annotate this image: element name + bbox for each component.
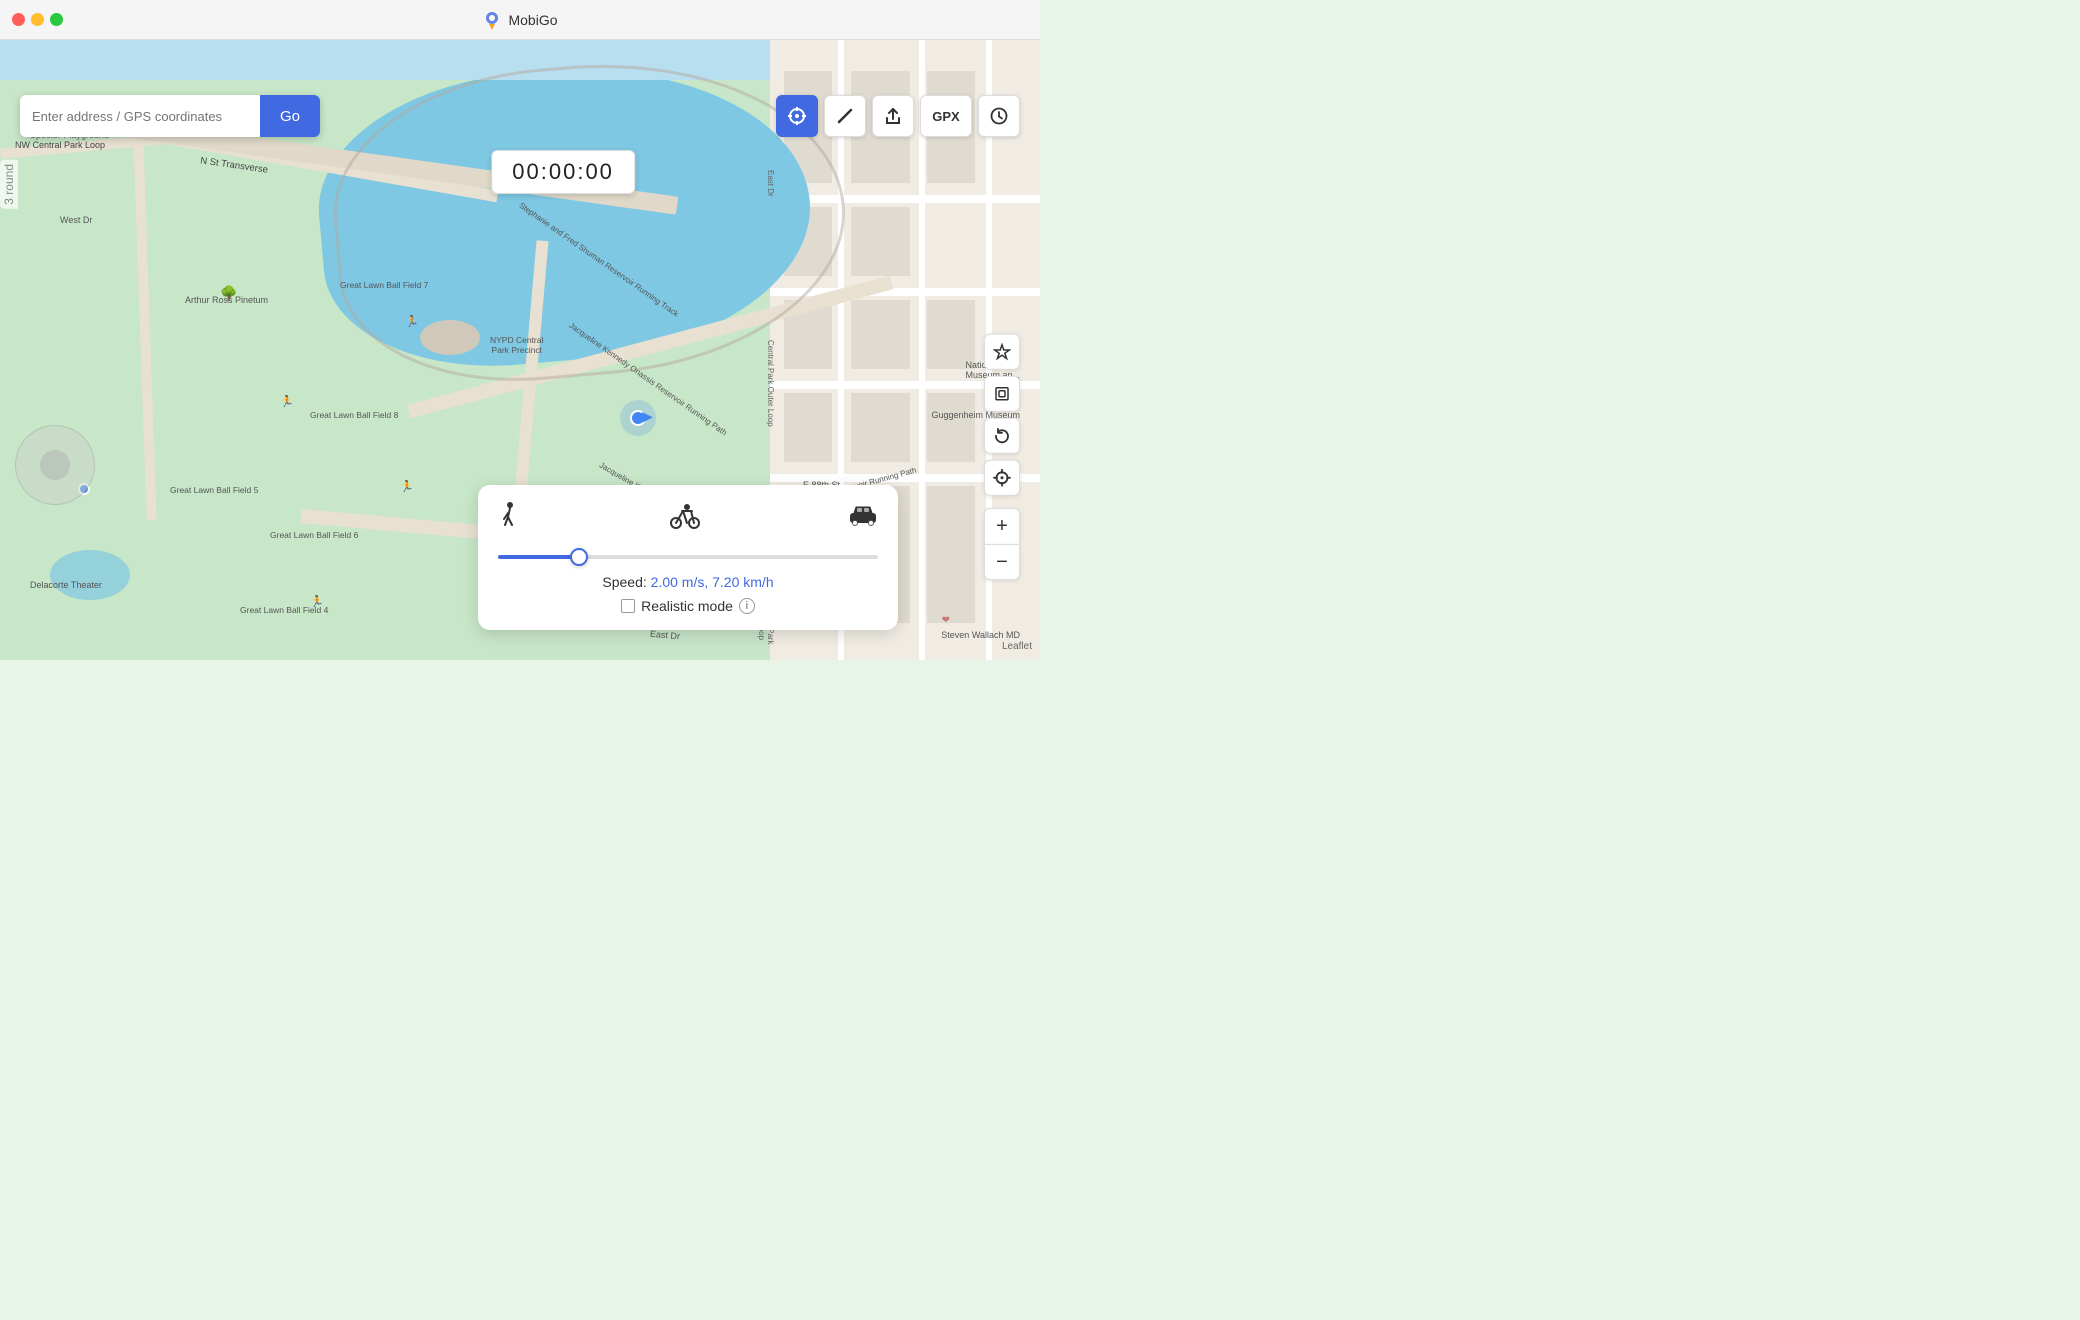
tree-icon: 🌳 (220, 285, 237, 302)
bike-svg (669, 501, 701, 529)
car-svg (848, 503, 878, 527)
close-button[interactable] (12, 13, 25, 26)
gpx-button[interactable]: GPX (920, 95, 972, 137)
label-nypd: NYPD CentralPark Precinct (490, 335, 543, 355)
runner-2: 🏃 (280, 395, 294, 408)
info-icon[interactable]: i (739, 598, 755, 614)
speed-panel: Speed: 2.00 m/s, 7.20 km/h Realistic mod… (478, 485, 898, 630)
titlebar: MobiGo (0, 0, 1040, 40)
small-path (420, 320, 480, 355)
crosshair-icon (787, 106, 807, 126)
realistic-mode-container: Realistic mode i (498, 598, 878, 614)
bike-icon[interactable] (669, 501, 701, 536)
reset-button[interactable] (984, 418, 1020, 454)
zoom-out-button[interactable]: − (984, 544, 1020, 580)
zoom-in-button[interactable]: + (984, 508, 1020, 544)
reset-icon (993, 427, 1011, 445)
share-button[interactable] (872, 95, 914, 137)
realistic-mode-checkbox[interactable] (621, 599, 635, 613)
minimize-button[interactable] (31, 13, 44, 26)
gps-mode-button[interactable] (776, 95, 818, 137)
map-controls (984, 334, 1020, 496)
label-field8: Great Lawn Ball Field 8 (310, 410, 398, 420)
west-drive (133, 140, 156, 520)
favorite-button[interactable] (984, 334, 1020, 370)
label-eastdr-r: East Dr (766, 170, 775, 197)
search-input[interactable] (20, 95, 260, 137)
layers-button[interactable] (984, 376, 1020, 412)
zoom-controls: + − (984, 508, 1020, 580)
joystick-inner (40, 450, 70, 480)
go-button[interactable]: Go (260, 95, 320, 137)
toolbar-right: GPX (776, 95, 1020, 137)
app-title-container: MobiGo (482, 10, 557, 30)
speed-slider-container (498, 546, 878, 564)
timer-display: 00:00:00 (491, 150, 635, 194)
label-westdr: West Dr (60, 215, 92, 225)
label-field4: Great Lawn Ball Field 4 (240, 605, 328, 615)
transport-mode-selector (498, 501, 878, 536)
map-container[interactable]: Abraham and JosephSpector Playground NW … (0, 40, 1040, 660)
clock-icon (989, 106, 1009, 126)
walk-icon[interactable] (498, 501, 522, 536)
runner-1: 🏃 (405, 315, 419, 328)
label-delacorte: Delacorte Theater (30, 580, 102, 590)
marker-arrow: ▶ (642, 408, 653, 425)
label-field5: Great Lawn Ball Field 5 (170, 485, 258, 495)
locate-icon (993, 469, 1011, 487)
locate-button[interactable] (984, 460, 1020, 496)
history-button[interactable] (978, 95, 1020, 137)
car-icon[interactable] (848, 503, 878, 534)
label-field7: Great Lawn Ball Field 7 (340, 280, 428, 290)
app-title: MobiGo (508, 12, 557, 28)
speed-text: Speed: 2.00 m/s, 7.20 km/h (498, 574, 878, 590)
speed-slider[interactable] (498, 555, 878, 559)
joystick[interactable] (15, 425, 95, 505)
search-bar: Go (20, 95, 320, 137)
small-pond (50, 550, 130, 600)
app-icon (482, 10, 502, 30)
label-eastdr2: East Dr (650, 629, 681, 642)
label-wallach: Steven Wallach MD (941, 630, 1020, 640)
label-nwloop: NW Central Park Loop (15, 140, 105, 150)
leaflet-attribution: Leaflet (1002, 641, 1032, 652)
label-outerloop1: Central Park Outer Loop (766, 340, 775, 427)
window-controls (12, 13, 63, 26)
pencil-icon (835, 106, 855, 126)
share-icon (883, 106, 903, 126)
walk-svg (498, 501, 522, 529)
speed-label: Speed: (602, 574, 646, 590)
medical-icon: ❤ (942, 615, 950, 626)
maximize-button[interactable] (50, 13, 63, 26)
realistic-mode-label: Realistic mode (641, 598, 733, 614)
runner-3: 🏃 (400, 480, 414, 493)
speed-value: 2.00 m/s, 7.20 km/h (651, 574, 774, 590)
layers-icon (993, 385, 1011, 403)
star-icon (993, 343, 1011, 361)
round-text: 3 round (0, 160, 18, 209)
route-button[interactable] (824, 95, 866, 137)
label-field6: Great Lawn Ball Field 6 (270, 530, 358, 540)
